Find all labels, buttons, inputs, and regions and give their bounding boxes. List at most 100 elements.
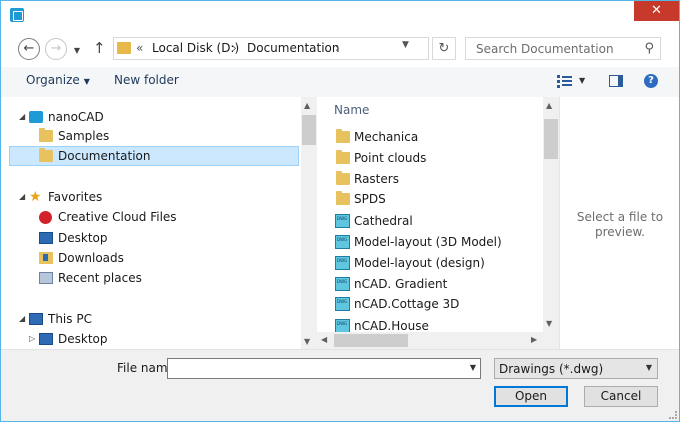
change-view-icon[interactable]: [557, 75, 573, 88]
list-item[interactable]: nCAD.Cottage 3D: [334, 294, 539, 314]
forward-button[interactable]: →: [45, 38, 67, 60]
list-item[interactable]: nCAD. Gradient: [334, 274, 539, 294]
breadcrumb-separator[interactable]: ›: [232, 41, 237, 55]
nav-item-downloads[interactable]: Downloads: [9, 248, 299, 268]
address-bar[interactable]: « Local Disk (D:) › Documentation ›: [113, 37, 429, 60]
chevron-down-icon: ▼: [645, 363, 652, 372]
scroll-up-icon[interactable]: ▲: [304, 101, 310, 110]
scroll-left-icon[interactable]: ◀: [321, 335, 327, 344]
up-level-button[interactable]: ↑: [93, 39, 106, 57]
expand-icon[interactable]: ▷: [29, 329, 35, 349]
expand-icon[interactable]: ◢: [19, 309, 25, 329]
nav-item-creative-cloud[interactable]: Creative Cloud Files: [9, 207, 299, 227]
search-icon[interactable]: ⚲: [644, 41, 654, 56]
nanocad-icon: [29, 111, 43, 123]
breadcrumb-documentation[interactable]: Documentation: [247, 41, 340, 55]
dwg-file-icon: [335, 319, 350, 332]
nav-item-label: Documentation: [58, 149, 151, 163]
address-dropdown[interactable]: ▼: [402, 40, 409, 50]
nav-item-recent-places[interactable]: Recent places: [9, 268, 299, 288]
new-folder-button[interactable]: New folder: [114, 73, 179, 87]
chevron-down-icon[interactable]: ▼: [470, 363, 476, 372]
scroll-thumb[interactable]: [544, 119, 558, 159]
recent-locations-dropdown[interactable]: ▼: [72, 41, 82, 63]
computer-icon: [29, 313, 43, 325]
star-icon: ★: [29, 189, 42, 205]
organize-label: Organize: [26, 73, 80, 87]
creative-cloud-icon: [39, 211, 52, 224]
dwg-file-icon: [335, 235, 350, 249]
column-header-name[interactable]: Name: [334, 103, 369, 117]
nav-item-nanocad[interactable]: ◢ nanoCAD: [9, 107, 299, 127]
nav-item-pc-desktop[interactable]: ▷ Desktop: [9, 329, 299, 349]
back-button[interactable]: ←: [18, 38, 40, 60]
dwg-file-icon: [335, 277, 350, 291]
folder-icon: [336, 150, 350, 164]
nav-item-label: nanoCAD: [48, 110, 104, 124]
view-options-dropdown[interactable]: ▼: [579, 76, 585, 85]
refresh-button[interactable]: ↻: [432, 37, 456, 60]
close-button[interactable]: ✕: [634, 1, 679, 21]
breadcrumb-separator[interactable]: ›: [335, 41, 340, 55]
open-button[interactable]: Open: [494, 386, 568, 407]
expand-icon[interactable]: ◢: [19, 187, 25, 207]
scroll-down-icon[interactable]: ▼: [546, 319, 552, 328]
preview-pane-icon[interactable]: [609, 75, 623, 87]
file-name: nCAD.Cottage 3D: [354, 297, 460, 311]
list-item[interactable]: Model-layout (design): [334, 253, 539, 273]
nav-item-label: Desktop: [58, 332, 108, 346]
folder-icon: [39, 148, 53, 162]
scroll-up-icon[interactable]: ▲: [546, 101, 552, 110]
title-bar[interactable]: ✕: [1, 1, 679, 29]
preview-placeholder: Select a file to preview.: [576, 210, 664, 239]
file-type-select[interactable]: Drawings (*.dwg) ▼: [494, 358, 658, 379]
up-arrow-icon: ↑: [93, 39, 106, 57]
dialog-footer: File name: ▼ Drawings (*.dwg) ▼ Open Can…: [1, 349, 679, 421]
help-icon[interactable]: ?: [644, 74, 658, 88]
file-name: Cathedral: [354, 214, 413, 228]
cancel-button[interactable]: Cancel: [584, 386, 658, 407]
nav-item-this-pc[interactable]: ◢ This PC: [9, 309, 299, 329]
file-list-hscrollbar[interactable]: ◀ ▶: [317, 332, 559, 349]
list-item[interactable]: Cathedral: [334, 211, 539, 231]
list-item[interactable]: SPDS: [334, 189, 539, 209]
nav-pane-scrollbar[interactable]: ▲ ▼: [301, 97, 317, 349]
search-input[interactable]: [474, 40, 634, 57]
scroll-down-icon[interactable]: ▼: [304, 337, 310, 346]
file-name-field[interactable]: ▼: [167, 358, 481, 379]
scroll-thumb[interactable]: [334, 334, 408, 347]
nav-item-samples[interactable]: Samples: [9, 126, 299, 146]
scroll-thumb[interactable]: [302, 115, 316, 145]
list-item[interactable]: nCAD.House: [334, 316, 539, 332]
refresh-icon: ↻: [438, 41, 450, 56]
breadcrumb-overflow[interactable]: «: [136, 41, 143, 55]
nav-item-favorites[interactable]: ◢ ★ Favorites: [9, 187, 299, 207]
open-file-dialog: ✕ ← → ▼ ↑ « Local Disk (D:) › Documentat…: [0, 0, 680, 422]
list-item[interactable]: Mechanica: [334, 127, 539, 147]
scroll-right-icon[interactable]: ▶: [531, 335, 537, 344]
chevron-down-icon: ▼: [73, 46, 81, 55]
file-list-vscrollbar[interactable]: ▲ ▼: [543, 97, 559, 332]
file-list: Name Mechanica Point clouds Rasters SPDS…: [317, 97, 543, 332]
file-name: Rasters: [354, 172, 399, 186]
desktop-icon: [39, 333, 53, 345]
list-item[interactable]: Point clouds: [334, 148, 539, 168]
recent-places-icon: [39, 272, 53, 284]
file-type-value: Drawings (*.dwg): [499, 362, 604, 376]
nav-item-desktop[interactable]: Desktop: [9, 228, 299, 248]
downloads-icon: [39, 252, 53, 264]
chevron-down-icon: ▼: [402, 40, 409, 50]
nav-item-label: Creative Cloud Files: [58, 210, 177, 224]
organize-menu[interactable]: Organize ▼: [26, 73, 90, 87]
breadcrumb-local-disk[interactable]: Local Disk (D:): [152, 41, 239, 55]
nav-item-documentation[interactable]: Documentation: [9, 146, 299, 166]
folder-icon: [336, 191, 350, 205]
nav-item-label: Downloads: [58, 251, 124, 265]
list-item[interactable]: Rasters: [334, 169, 539, 189]
resize-grip-icon[interactable]: [669, 411, 677, 419]
back-arrow-icon: ←: [23, 41, 35, 56]
search-box[interactable]: ⚲: [465, 37, 661, 60]
list-item[interactable]: Model-layout (3D Model): [334, 232, 539, 252]
file-name: nCAD.House: [354, 319, 429, 332]
expand-icon[interactable]: ◢: [19, 107, 25, 127]
